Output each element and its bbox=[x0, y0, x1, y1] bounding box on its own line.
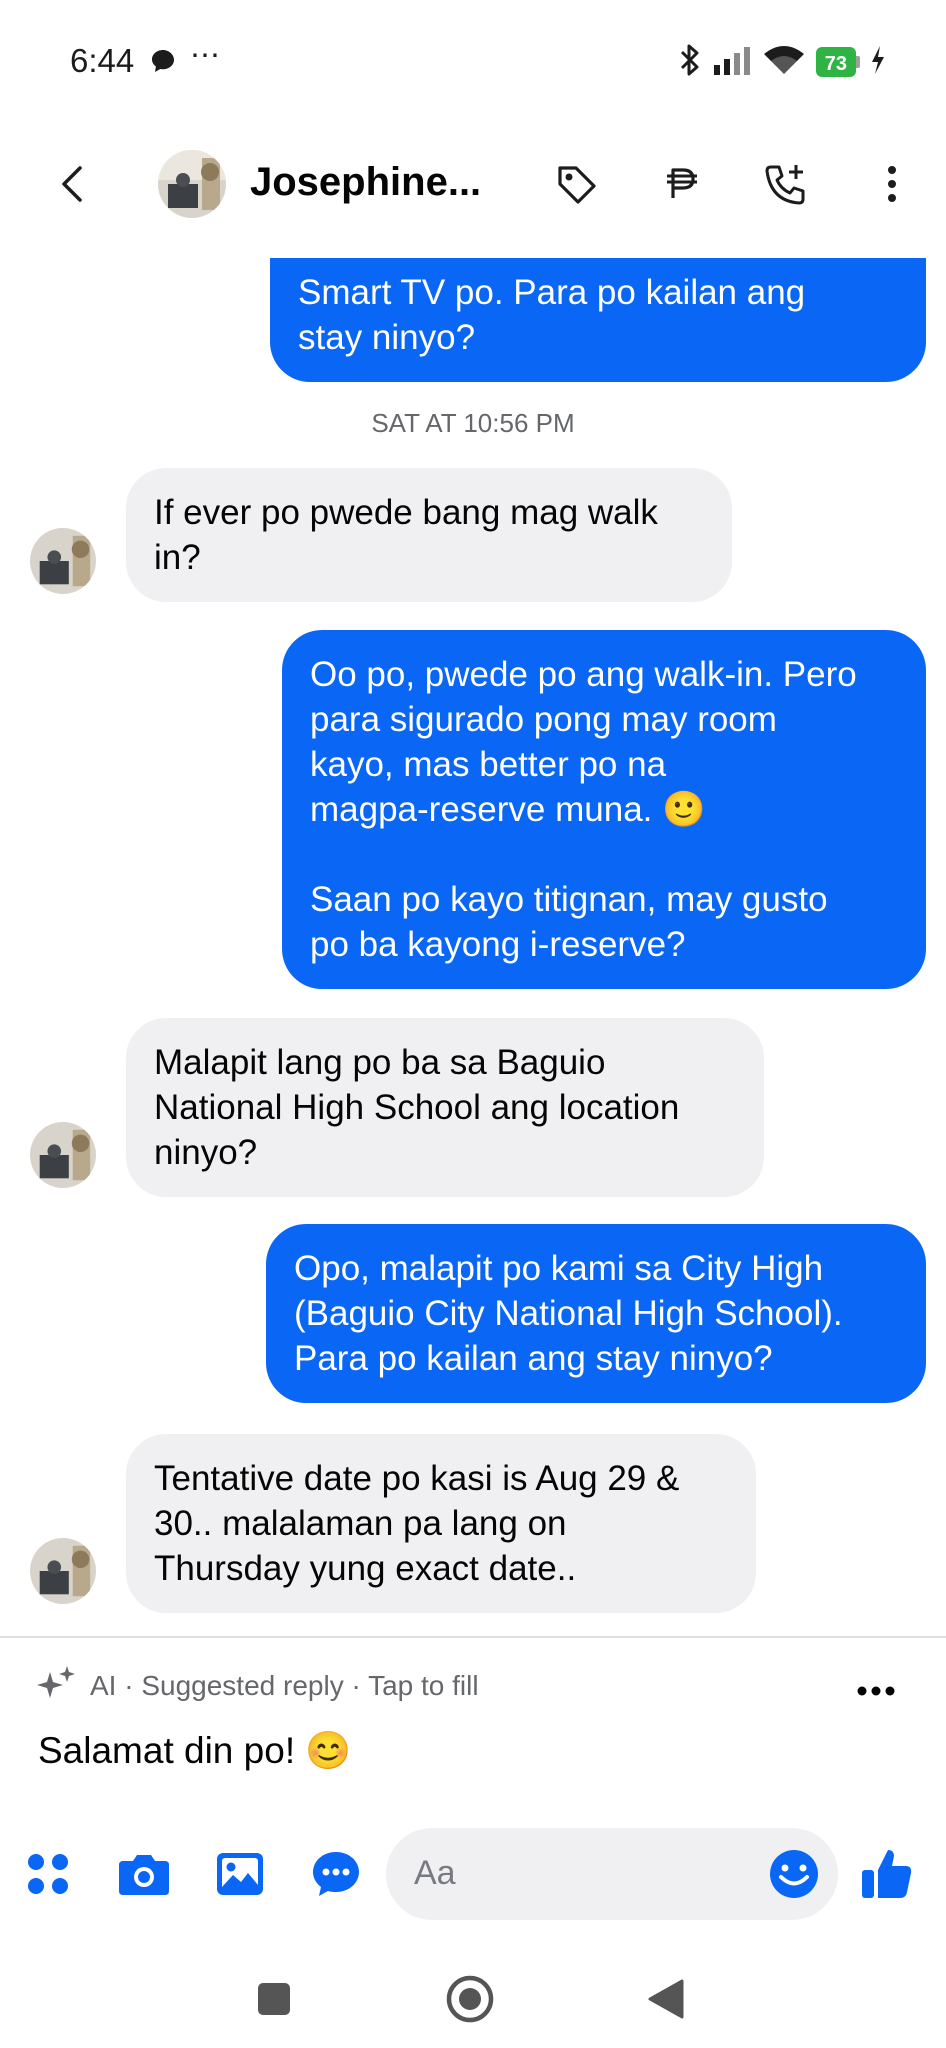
chat-dots-icon bbox=[313, 1852, 359, 1896]
payment-button[interactable] bbox=[655, 158, 707, 210]
square-icon bbox=[258, 1983, 290, 2015]
more-options-button[interactable] bbox=[866, 158, 918, 210]
home-button[interactable] bbox=[440, 1969, 500, 2029]
bluetooth-icon bbox=[678, 43, 702, 82]
camera-button[interactable] bbox=[114, 1844, 174, 1904]
chevron-left-icon bbox=[62, 166, 82, 202]
add-call-button[interactable] bbox=[760, 158, 812, 210]
ai-sparkle-icon bbox=[36, 1664, 78, 1709]
battery-level: 73 bbox=[815, 47, 856, 77]
contact-avatar[interactable] bbox=[158, 150, 226, 218]
ai-suggestion-header: AI · Suggested reply · Tap to fill bbox=[36, 1664, 479, 1708]
thumbs-up-icon bbox=[862, 1850, 912, 1898]
battery-tip bbox=[856, 56, 860, 68]
outgoing-message[interactable]: Oo po, pwede po ang walk-in. Pero para s… bbox=[282, 630, 926, 989]
incoming-message[interactable]: Tentative date po kasi is Aug 29 & 30.. … bbox=[126, 1434, 756, 1613]
home-circle-icon bbox=[446, 1975, 494, 2023]
sender-avatar[interactable] bbox=[30, 1122, 96, 1188]
like-button[interactable] bbox=[856, 1844, 916, 1904]
message-text: Tentative date po kasi is Aug 29 & 30.. … bbox=[154, 1459, 680, 1588]
peso-icon bbox=[667, 168, 697, 198]
tag-icon bbox=[558, 166, 596, 204]
signal-icon bbox=[712, 45, 752, 80]
triangle-back-icon bbox=[648, 1979, 684, 2019]
message-text: If ever po pwede bang mag walk in? bbox=[154, 493, 658, 577]
vertical-dots-icon bbox=[888, 166, 896, 202]
back-button[interactable] bbox=[48, 160, 96, 208]
more-notifications-icon: ⋯ bbox=[190, 39, 221, 72]
phone-plus-icon bbox=[765, 165, 805, 205]
sender-avatar[interactable] bbox=[30, 1538, 96, 1604]
image-icon bbox=[217, 1853, 263, 1895]
tag-button[interactable] bbox=[550, 158, 602, 210]
message-text: Malapit lang po ba sa Baguio National Hi… bbox=[154, 1043, 680, 1172]
camera-icon bbox=[119, 1855, 169, 1895]
sender-avatar[interactable] bbox=[30, 528, 96, 594]
status-time: 6:44 bbox=[70, 42, 135, 79]
wifi-icon bbox=[762, 44, 806, 81]
incoming-message[interactable]: If ever po pwede bang mag walk in? bbox=[126, 468, 732, 602]
message-text: Opo, malapit po kami sa City High (Bagui… bbox=[294, 1249, 843, 1378]
horizontal-dots-icon bbox=[857, 1686, 895, 1696]
message-list[interactable]: Smart TV po. Para po kailan ang stay nin… bbox=[0, 258, 946, 1636]
more-actions-button[interactable] bbox=[18, 1844, 78, 1904]
conversation-header: Josephine... bbox=[0, 120, 946, 258]
message-timestamp: SAT AT 10:56 PM bbox=[371, 408, 575, 438]
chat-extras-button[interactable] bbox=[306, 1844, 366, 1904]
emoji-button[interactable] bbox=[764, 1844, 824, 1904]
system-navigation-bar bbox=[0, 1955, 946, 2048]
suggested-reply[interactable]: Salamat din po! 😊 bbox=[38, 1730, 351, 1773]
gallery-button[interactable] bbox=[210, 1844, 270, 1904]
emoji-icon bbox=[770, 1850, 818, 1898]
message-input-placeholder: Aa bbox=[414, 1854, 456, 1892]
apps-grid-icon bbox=[28, 1854, 68, 1894]
battery-indicator: 73 bbox=[815, 47, 860, 77]
outgoing-message[interactable]: Smart TV po. Para po kailan ang stay nin… bbox=[270, 258, 926, 382]
ai-suggestion-label: AI · Suggested reply · Tap to fill bbox=[90, 1670, 479, 1701]
message-text: Oo po, pwede po ang walk-in. Pero para s… bbox=[310, 655, 857, 964]
message-input[interactable]: Aa bbox=[386, 1828, 838, 1920]
outgoing-message[interactable]: Opo, malapit po kami sa City High (Bagui… bbox=[266, 1224, 926, 1403]
recents-button[interactable] bbox=[244, 1969, 304, 2029]
chat-bubble-icon bbox=[150, 48, 176, 79]
status-icons: 73 bbox=[678, 44, 886, 80]
contact-name[interactable]: Josephine... bbox=[250, 160, 481, 205]
suggestion-more-button[interactable] bbox=[856, 1684, 896, 1702]
charging-icon bbox=[870, 45, 886, 80]
status-bar: 6:44 ⋯ 73 bbox=[0, 0, 946, 120]
back-nav-button[interactable] bbox=[636, 1969, 696, 2029]
message-composer: Aa bbox=[0, 1820, 946, 1930]
message-text: Smart TV po. Para po kailan ang stay nin… bbox=[298, 273, 806, 357]
divider bbox=[0, 1636, 946, 1638]
incoming-message[interactable]: Malapit lang po ba sa Baguio National Hi… bbox=[126, 1018, 764, 1197]
